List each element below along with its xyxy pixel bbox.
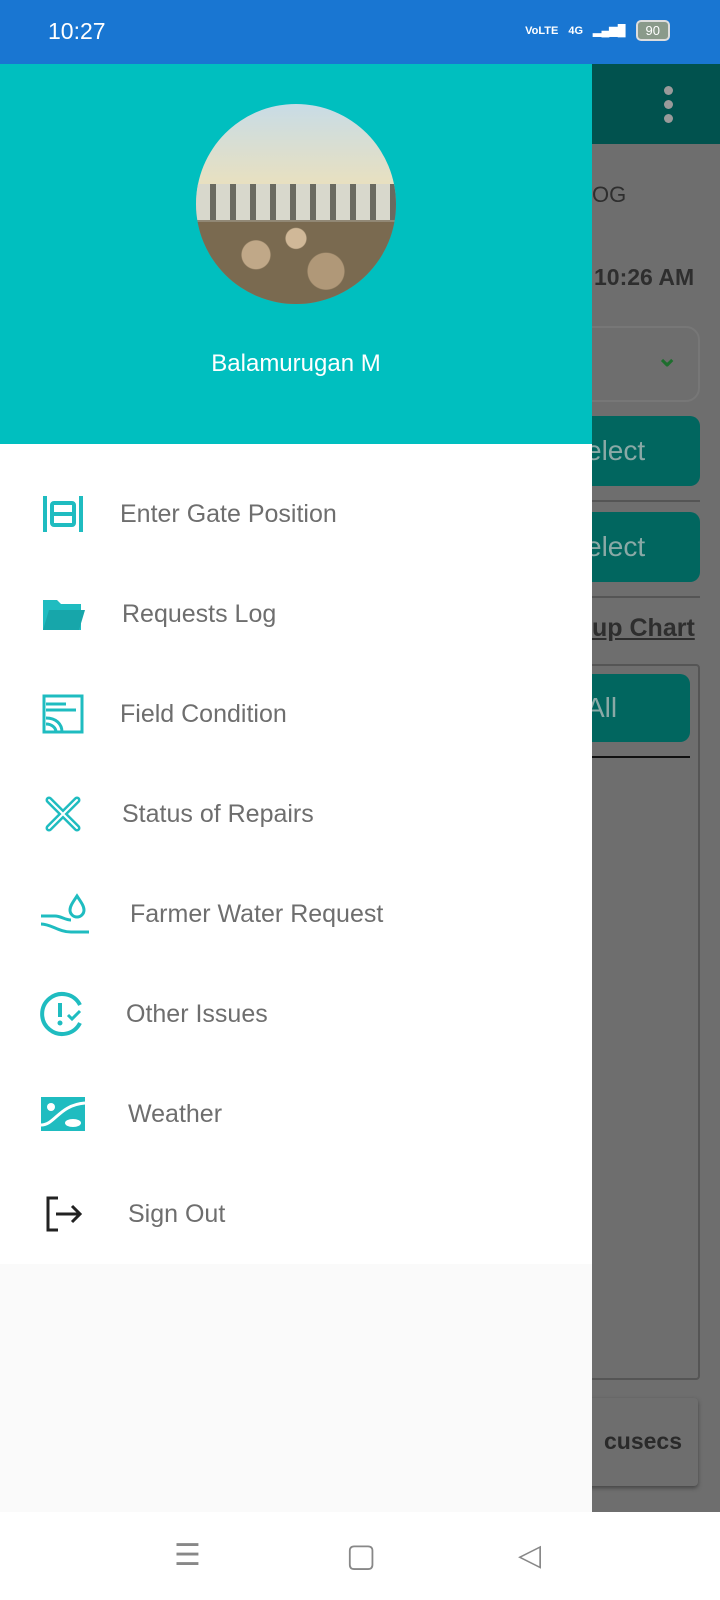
home-icon[interactable]: ▢: [346, 1536, 376, 1574]
volte-icon: VoLTE: [525, 24, 559, 37]
menu-item-label: Farmer Water Request: [130, 899, 384, 928]
signal-4g-icon: 4G: [568, 24, 584, 37]
menu-item-enter-gate-position[interactable]: Enter Gate Position: [0, 464, 592, 564]
recent-apps-icon[interactable]: ☰: [174, 1538, 201, 1573]
back-icon[interactable]: ◁: [518, 1538, 541, 1573]
chart-link[interactable]: up Chart: [592, 614, 695, 643]
user-name: Balamurugan M: [211, 350, 381, 377]
menu-item-farmer-water-request[interactable]: Farmer Water Request: [0, 864, 592, 964]
chevron-down-icon: ⌄: [656, 342, 678, 372]
menu-item-label: Other Issues: [126, 999, 268, 1028]
folder-icon: [38, 589, 88, 639]
tab-log[interactable]: OG: [592, 182, 626, 208]
menu-item-label: Field Condition: [120, 699, 287, 728]
sign-out-icon: [38, 1189, 88, 1239]
menu-item-label: Enter Gate Position: [120, 499, 337, 528]
tools-icon: [38, 789, 88, 839]
navigation-drawer: Balamurugan M Enter Gate Position Reques…: [0, 64, 592, 1512]
drawer-menu: Enter Gate Position Requests Log Field C…: [0, 444, 592, 1264]
issue-clock-icon: [38, 989, 88, 1039]
field-icon: [38, 689, 88, 739]
menu-item-requests-log[interactable]: Requests Log: [0, 564, 592, 664]
status-time: 10:27: [48, 18, 106, 44]
menu-item-label: Sign Out: [128, 1199, 226, 1228]
menu-item-sign-out[interactable]: Sign Out: [0, 1164, 592, 1264]
menu-item-label: Status of Repairs: [122, 799, 314, 828]
gate-icon: [38, 489, 88, 539]
status-bar: 10:27 VoLTE 4G ▂▄▆█ 90: [0, 0, 720, 64]
menu-item-field-condition[interactable]: Field Condition: [0, 664, 592, 764]
menu-item-label: Weather: [128, 1099, 223, 1128]
water-hand-icon: [38, 889, 94, 939]
battery-icon: 90: [635, 20, 670, 41]
weather-icon: [38, 1089, 88, 1139]
unit-text: cusecs: [604, 1428, 683, 1454]
menu-item-status-of-repairs[interactable]: Status of Repairs: [0, 764, 592, 864]
menu-item-weather[interactable]: Weather: [0, 1064, 592, 1164]
menu-item-other-issues[interactable]: Other Issues: [0, 964, 592, 1064]
signal-icon: ▂▄▆█: [593, 25, 626, 37]
time-text: 10:26 AM: [594, 264, 695, 290]
more-options-icon[interactable]: [664, 86, 674, 128]
system-nav-bar: ☰ ▢ ◁: [0, 1512, 720, 1600]
drawer-header: Balamurugan M: [0, 64, 592, 444]
avatar[interactable]: [196, 104, 396, 304]
menu-item-label: Requests Log: [122, 599, 277, 628]
